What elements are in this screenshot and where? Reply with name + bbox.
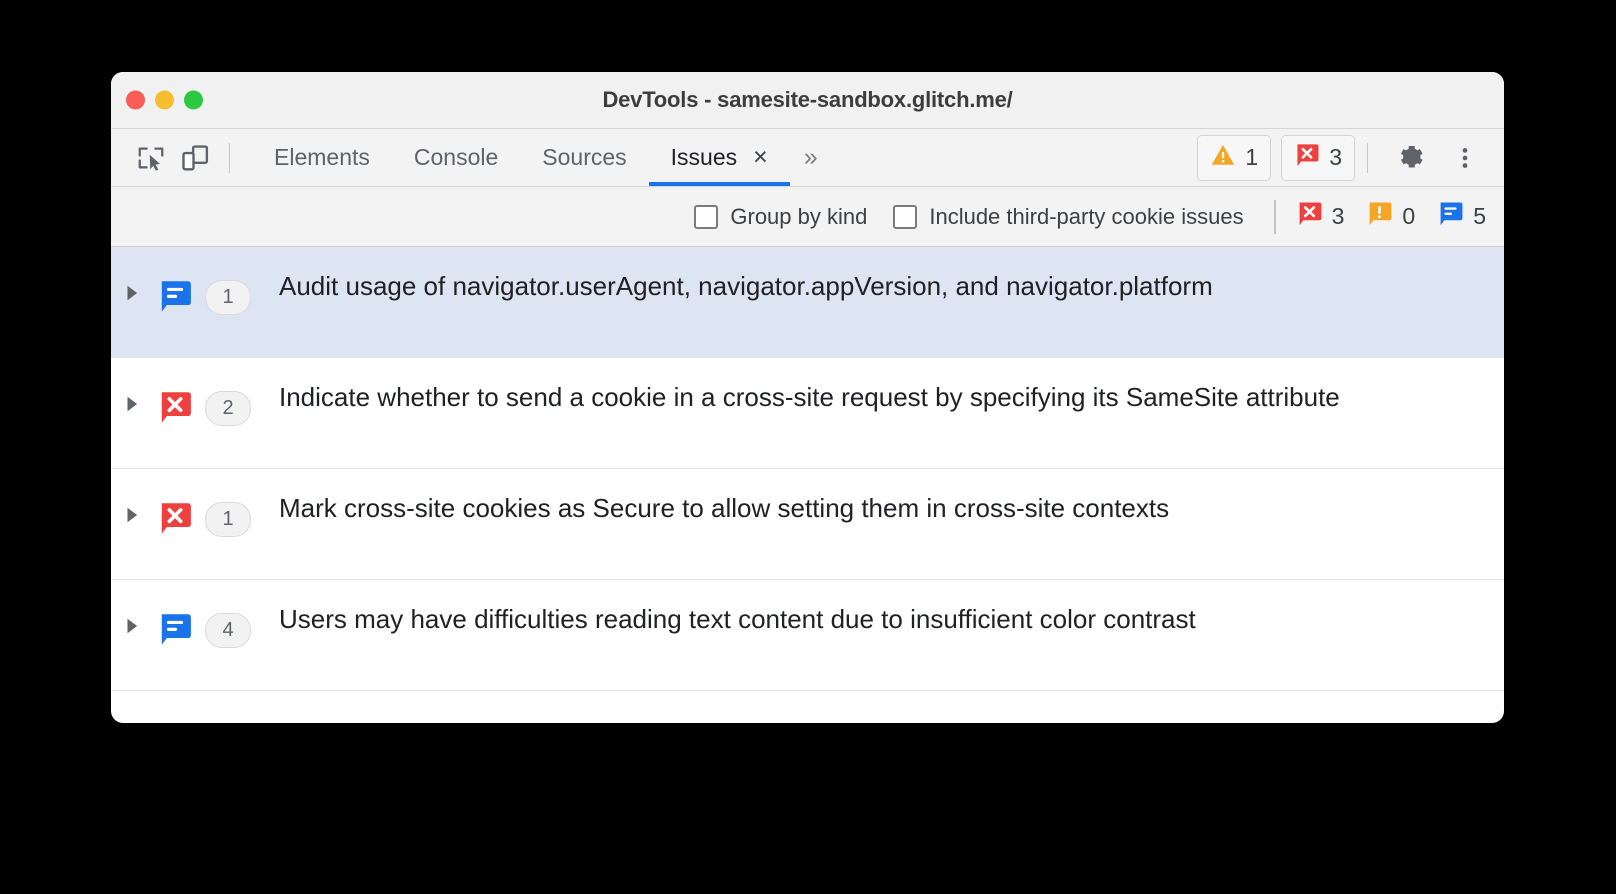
expand-triangle-icon[interactable]	[111, 375, 153, 413]
screenshot-canvas: DevTools - samesite-sandbox.glitch.me/ E…	[0, 0, 1616, 894]
warning-count: 1	[1245, 144, 1259, 170]
warning-counter-button[interactable]: 1	[1197, 134, 1272, 181]
error-bubble-icon	[1296, 200, 1323, 233]
device-toolbar-icon[interactable]	[173, 136, 217, 180]
issue-occurrence-count: 1	[205, 280, 251, 315]
info-bubble-icon	[153, 264, 197, 314]
issues-filter-bar: Group by kind Include third-party cookie…	[111, 187, 1504, 247]
issues-list: 1 Audit usage of navigator.userAgent, na…	[111, 247, 1504, 691]
tab-label: Issues	[670, 144, 738, 170]
zoom-window-button[interactable]	[184, 90, 203, 110]
error-bubble-icon	[1294, 142, 1320, 174]
minimize-window-button[interactable]	[155, 90, 174, 110]
issue-occurrence-count: 2	[205, 391, 251, 426]
table-row[interactable]: 1 Mark cross-site cookies as Secure to a…	[111, 469, 1504, 580]
close-icon[interactable]: ×	[753, 145, 768, 170]
tab-issues[interactable]: Issues ×	[648, 129, 790, 186]
table-row[interactable]: 4 Users may have difficulties reading te…	[111, 580, 1504, 691]
kebab-menu-icon[interactable]	[1442, 135, 1488, 181]
table-row[interactable]: 2 Indicate whether to send a cookie in a…	[111, 358, 1504, 469]
traffic-light-group	[126, 90, 203, 110]
info-bubble-icon	[153, 597, 197, 647]
table-row[interactable]: 1 Audit usage of navigator.userAgent, na…	[111, 247, 1504, 358]
expand-triangle-icon[interactable]	[111, 597, 153, 635]
checkbox-label: Group by kind	[730, 203, 868, 229]
error-bubble-icon	[153, 375, 197, 425]
devtools-tabbar: Elements Console Sources Issues × » 1 3	[111, 129, 1504, 187]
error-counter-button[interactable]: 3	[1281, 134, 1355, 181]
warning-bubble-icon	[1366, 200, 1393, 233]
tab-console[interactable]: Console	[392, 129, 520, 186]
summary-warning-count[interactable]: 0	[1366, 200, 1415, 233]
issue-title[interactable]: Audit usage of navigator.userAgent, navi…	[279, 264, 1464, 305]
tab-label: Sources	[542, 144, 627, 170]
expand-triangle-icon[interactable]	[111, 486, 153, 524]
issue-occurrence-count: 4	[205, 613, 251, 648]
tab-label: Elements	[274, 144, 370, 170]
tab-sources[interactable]: Sources	[520, 129, 648, 186]
expand-triangle-icon[interactable]	[111, 264, 153, 302]
issue-title[interactable]: Mark cross-site cookies as Secure to all…	[279, 486, 1464, 527]
checkbox-box[interactable]	[893, 204, 918, 229]
count-value: 5	[1473, 203, 1486, 229]
issue-title[interactable]: Indicate whether to send a cookie in a c…	[279, 375, 1464, 416]
panel-tabs: Elements Console Sources Issues × »	[252, 129, 832, 186]
window-titlebar: DevTools - samesite-sandbox.glitch.me/	[111, 72, 1504, 129]
checkbox-box[interactable]	[694, 204, 719, 229]
issue-title[interactable]: Users may have difficulties reading text…	[279, 597, 1464, 638]
error-count: 3	[1329, 144, 1342, 170]
issue-occurrence-count: 1	[205, 502, 251, 537]
window-title: DevTools - samesite-sandbox.glitch.me/	[602, 87, 1013, 112]
error-bubble-icon	[153, 486, 197, 536]
inspect-element-icon[interactable]	[129, 136, 173, 180]
summary-error-count[interactable]: 3	[1296, 200, 1345, 233]
info-bubble-icon	[1437, 200, 1464, 233]
tab-elements[interactable]: Elements	[252, 129, 392, 186]
gear-icon[interactable]	[1388, 135, 1434, 181]
toolbar-divider-right	[1367, 142, 1368, 173]
tabbar-right-group: 1 3	[1187, 134, 1504, 181]
count-value: 3	[1331, 203, 1345, 229]
devtools-window: DevTools - samesite-sandbox.glitch.me/ E…	[111, 72, 1504, 723]
group-by-kind-checkbox[interactable]: Group by kind	[694, 204, 867, 230]
warning-triangle-icon	[1210, 142, 1236, 174]
filterbar-divider	[1273, 199, 1276, 234]
tab-label: Console	[413, 144, 499, 170]
toolbar-divider	[229, 142, 230, 173]
count-value: 0	[1402, 203, 1416, 229]
include-third-party-cookie-issues-checkbox[interactable]: Include third-party cookie issues	[893, 203, 1244, 230]
checkbox-label: Include third-party cookie issues	[929, 203, 1244, 229]
issue-count-summary: 3 0 5	[1296, 200, 1486, 233]
more-tabs-chevron-icon[interactable]: »	[790, 129, 832, 186]
summary-info-count[interactable]: 5	[1437, 200, 1486, 233]
close-window-button[interactable]	[126, 90, 145, 110]
